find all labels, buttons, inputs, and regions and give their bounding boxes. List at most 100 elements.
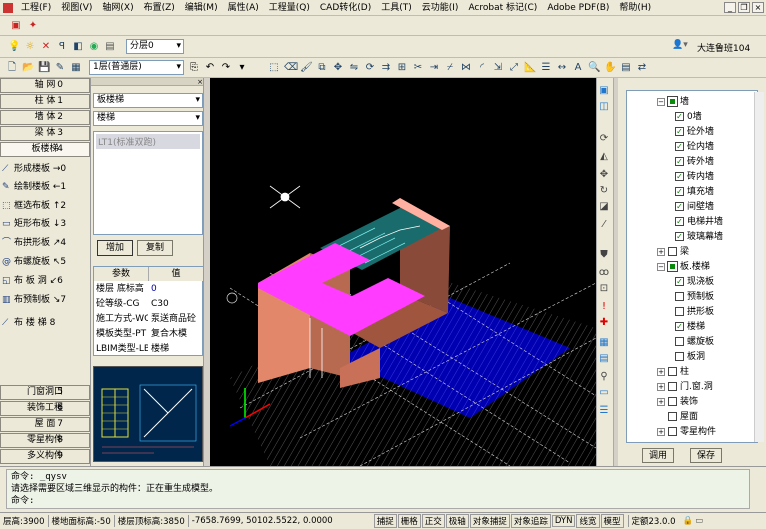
checkbox-icon[interactable]	[668, 397, 677, 406]
add-button[interactable]: 增加	[97, 240, 133, 256]
erase-icon[interactable]: ⌫	[283, 61, 298, 75]
align-icon[interactable]: ☰	[539, 61, 553, 75]
tree-node[interactable]: ✓ 砖内墙	[675, 170, 714, 185]
checkbox-icon[interactable]: ✓	[675, 232, 684, 241]
tool-draw-slab[interactable]: ✎ 绘制楼板 ←1	[2, 178, 88, 196]
measure-icon[interactable]: 📐	[523, 61, 537, 75]
section-icon[interactable]: ◪	[597, 200, 611, 214]
tool-precast-slab[interactable]: ▥ 布预制板 ↘7	[2, 291, 88, 309]
expand-icon[interactable]: +	[657, 247, 665, 256]
zoom-icon[interactable]: 🔍	[587, 61, 601, 75]
nav-decoration[interactable]: 装饰工程 6	[0, 401, 90, 416]
new-file-icon[interactable]: 🗋	[5, 61, 19, 75]
select-icon[interactable]: ⬚	[267, 61, 281, 75]
checkbox-icon[interactable]	[668, 247, 677, 256]
shield-icon[interactable]: ⛊	[597, 248, 611, 262]
toggle-osnap[interactable]: 对象捕捉	[469, 514, 510, 528]
export-icon[interactable]: ▭	[597, 386, 611, 400]
restore-icon[interactable]: ❐	[738, 2, 750, 13]
collapse-icon[interactable]: −	[657, 262, 665, 271]
triangle-view-icon[interactable]: ◭	[597, 150, 611, 164]
command-input[interactable]: 命令:	[11, 495, 745, 507]
menu-cloud[interactable]: 云功能(I)	[417, 0, 464, 16]
floor-copy-icon[interactable]: ⎘	[187, 61, 201, 75]
menu-tools[interactable]: 工具(T)	[376, 0, 417, 16]
menu-edit[interactable]: 编辑(M)	[180, 0, 223, 16]
tree-node[interactable]: ✓ 楼梯	[675, 320, 705, 335]
dropdown-icon[interactable]: ▾	[235, 61, 249, 75]
tree-node[interactable]: ✓ 砼内墙	[675, 140, 714, 155]
tree-node[interactable]: ✓ 现浇板	[675, 275, 714, 290]
tree-node[interactable]: ✓ 砼外墙	[675, 125, 714, 140]
open-file-icon[interactable]: 📂	[21, 61, 35, 75]
brush-icon[interactable]: 🖌	[299, 61, 313, 75]
checkbox-icon[interactable]	[675, 292, 684, 301]
toggle-model[interactable]: 模型	[600, 514, 624, 528]
prop-value[interactable]: 泵送商品砼	[151, 312, 203, 326]
line-icon[interactable]: ⁄	[597, 218, 611, 232]
toggle-dyn[interactable]: DYN	[551, 515, 576, 527]
orbit-icon[interactable]: ⟳	[597, 132, 611, 146]
expand-icon[interactable]: +	[657, 397, 665, 406]
menu-cad-convert[interactable]: CAD转化(D)	[315, 0, 376, 16]
bulb-off-icon[interactable]: ☼	[23, 40, 37, 54]
checkbox-icon[interactable]: ✓	[675, 187, 684, 196]
tool-spiral-slab[interactable]: @ 布螺旋板 ↖5	[2, 253, 88, 271]
nav-misc[interactable]: 零星构件 8	[0, 433, 90, 448]
checkbox-icon[interactable]	[667, 261, 678, 272]
break-icon[interactable]: ⌿	[443, 61, 457, 75]
menu-file[interactable]: 工程(F)	[16, 0, 56, 16]
model-viewport[interactable]	[210, 78, 596, 466]
tool-form-slab[interactable]: ⟋ 形成楼板 →0	[2, 160, 88, 178]
tool-rect-slab[interactable]: ▭ 矩形布板 ↓3	[2, 215, 88, 233]
match-icon[interactable]: ⇄	[635, 61, 649, 75]
checkbox-icon[interactable]: ✓	[675, 157, 684, 166]
tree-node[interactable]: ✓ 电梯井墙	[675, 215, 723, 230]
binoculars-icon[interactable]: ꝏ	[597, 266, 611, 280]
tree-node[interactable]: 拱形板	[675, 305, 714, 320]
report-icon[interactable]: ▤	[597, 352, 611, 366]
annotate-icon[interactable]: ✎	[53, 61, 67, 75]
redo-icon[interactable]: ↷	[219, 61, 233, 75]
menu-view[interactable]: 视图(V)	[56, 0, 97, 16]
checkbox-icon[interactable]	[668, 427, 677, 436]
chart-icon[interactable]: ⚲	[597, 370, 611, 384]
plan-view-icon[interactable]: ◫	[597, 100, 611, 114]
floor-select[interactable]: 1层(普通层)	[89, 60, 184, 75]
checkbox-icon[interactable]	[675, 337, 684, 346]
apply-button[interactable]: 调用	[642, 448, 674, 463]
text-icon[interactable]: A	[571, 61, 585, 75]
tree-node[interactable]: + 装饰	[657, 395, 698, 410]
checkbox-icon[interactable]	[668, 367, 677, 376]
alert-icon[interactable]: ✚	[597, 316, 611, 330]
tray-icon[interactable]: ▭	[695, 516, 703, 526]
layer-select[interactable]: 分层0	[126, 39, 184, 54]
rotate-view-icon[interactable]: ↻	[597, 184, 611, 198]
fillet-icon[interactable]: ◜	[475, 61, 489, 75]
prop-value[interactable]: 复合木模	[151, 327, 203, 341]
tool-stair[interactable]: ⟋ 布 楼 梯 8	[2, 314, 88, 332]
panel-close-icon[interactable]: ×	[197, 78, 203, 86]
scale-icon[interactable]: ⤢	[507, 61, 521, 75]
nav-beam[interactable]: 梁 体3	[0, 126, 90, 141]
menu-adobe-pdf[interactable]: Adobe PDF(B)	[542, 0, 614, 16]
expand-icon[interactable]: +	[657, 382, 665, 391]
close-icon[interactable]: ×	[752, 2, 764, 13]
tree-node[interactable]: 预制板	[675, 290, 714, 305]
component-list-item[interactable]: LT1(标准双跑)	[96, 134, 200, 149]
checkbox-icon[interactable]: ✓	[675, 142, 684, 151]
tool-slab-hole[interactable]: ◱ 布 板 洞 ↙6	[2, 272, 88, 290]
menu-layout[interactable]: 布置(Z)	[139, 0, 180, 16]
offset-icon[interactable]: ⇉	[379, 61, 393, 75]
layer-manager-icon[interactable]: ▤	[103, 40, 117, 54]
prop-value[interactable]: C30	[151, 297, 203, 311]
rotate-icon[interactable]: ⟳	[363, 61, 377, 75]
list-icon[interactable]: ☰	[597, 404, 611, 418]
tree-node[interactable]: + 梁	[657, 245, 689, 260]
save-button[interactable]: 保存	[690, 448, 722, 463]
tree-node[interactable]: + 零星构件	[657, 425, 716, 440]
tool-arch-slab[interactable]: ⌒ 布拱形板 ↗4	[2, 234, 88, 252]
tool-box-select-slab[interactable]: ⬚ 框选布板 ↑2	[2, 197, 88, 215]
lock-icon[interactable]: 🔒	[683, 516, 694, 526]
tree-scrollbar[interactable]	[754, 92, 764, 442]
